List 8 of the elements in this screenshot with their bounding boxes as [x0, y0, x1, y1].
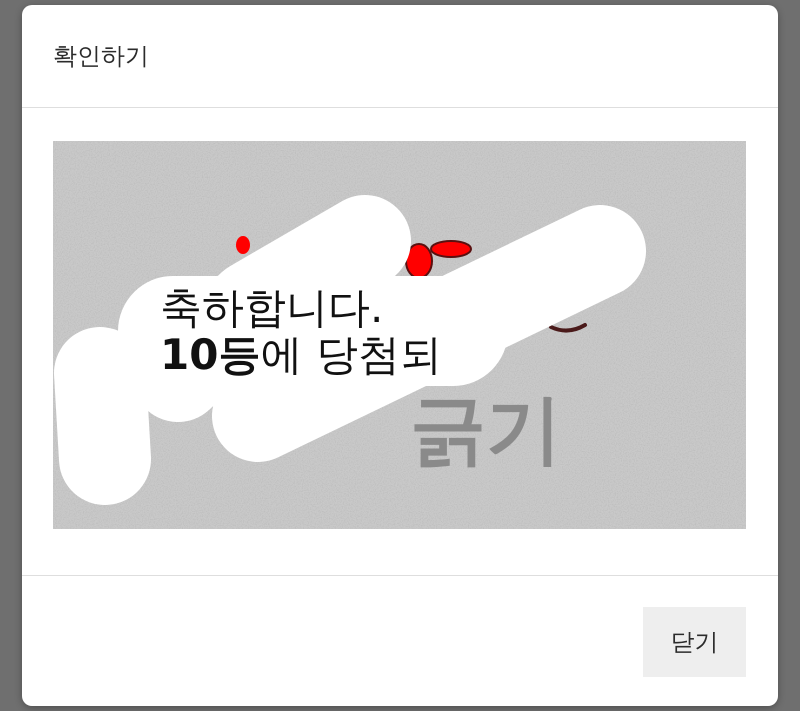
scratch-cover-text: 긁기: [410, 391, 562, 467]
scratch-card[interactable]: 긁기 축하합니다. 10등에 당첨되: [53, 141, 746, 529]
print-fragment-drawing: [549, 323, 587, 333]
prize-message: 축하합니다. 10등에 당첨되: [160, 284, 442, 378]
dialog-title: 확인하기: [53, 42, 149, 70]
print-fragment-drawing: [405, 240, 472, 279]
print-fragment-drawing: [236, 236, 250, 254]
close-button[interactable]: 닫기: [643, 607, 746, 677]
